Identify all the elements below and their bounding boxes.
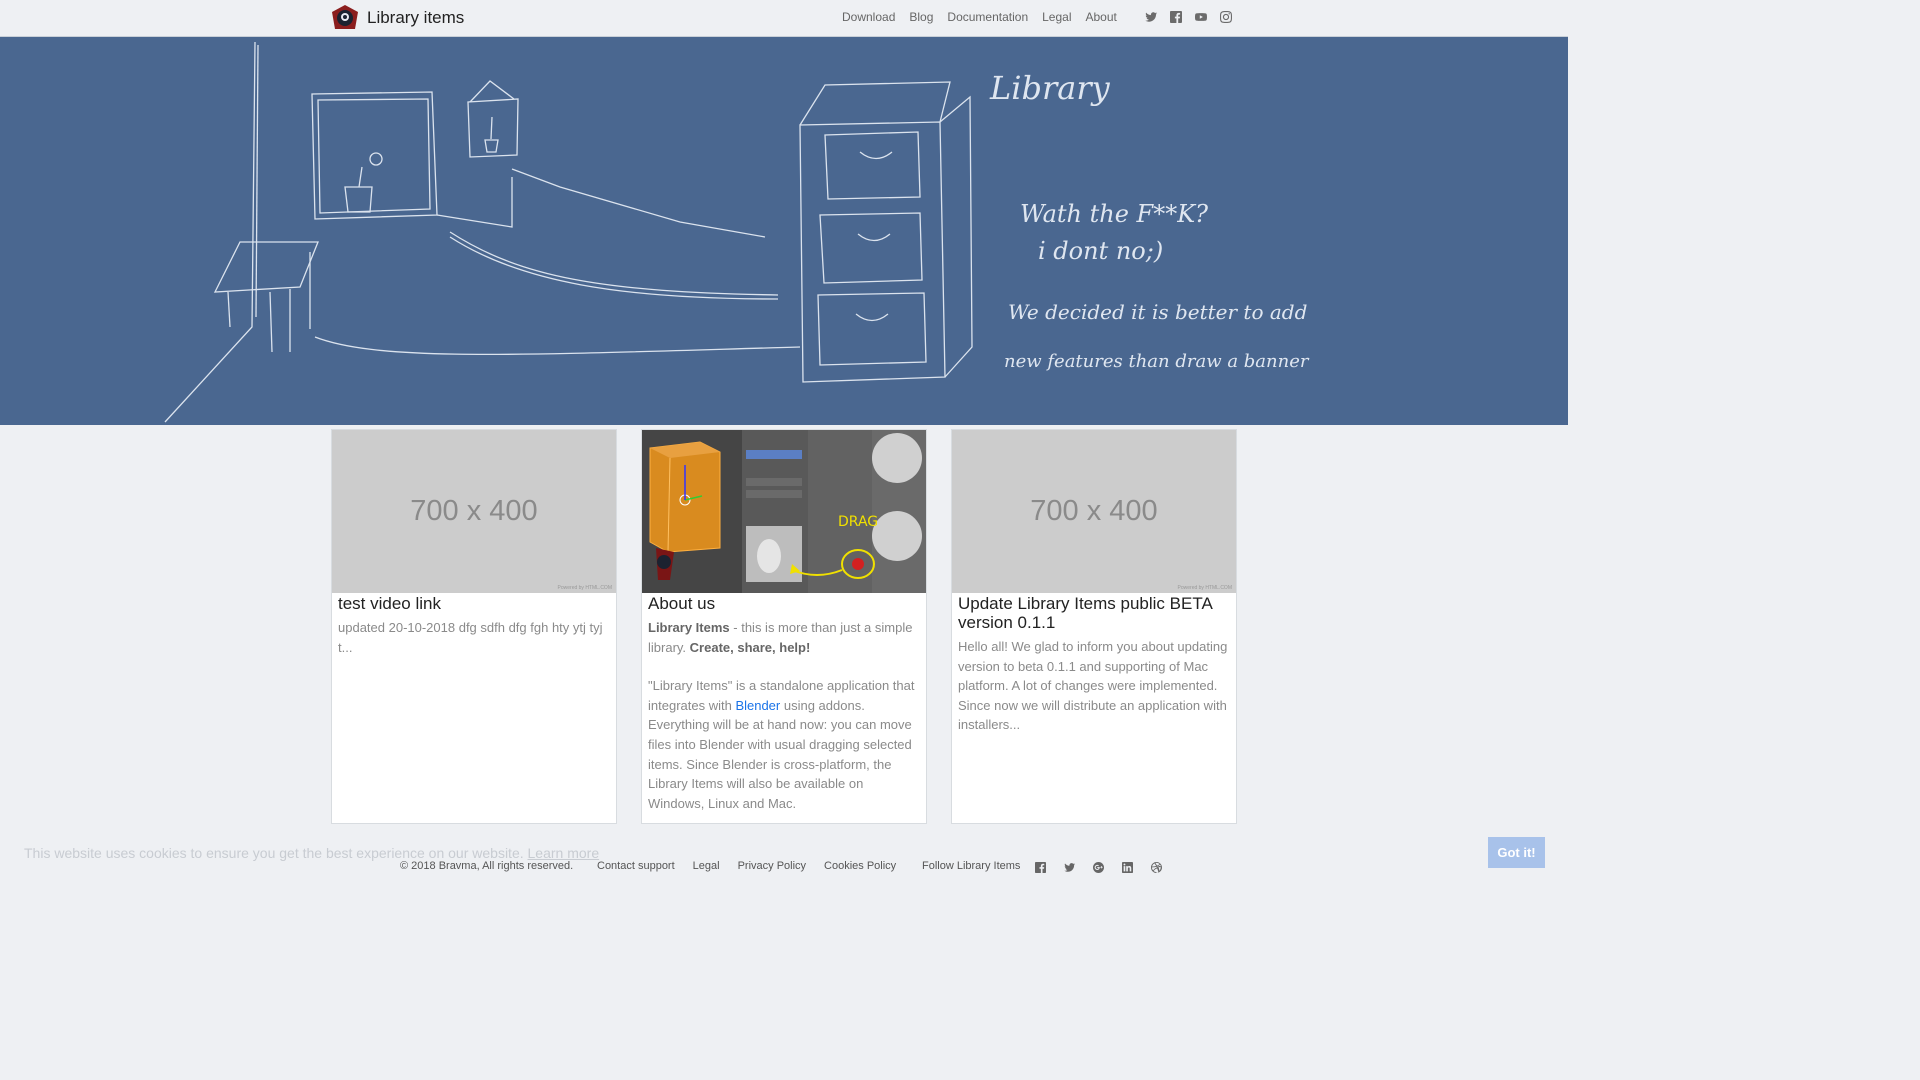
brand-name: Library items — [367, 8, 465, 27]
body-text-b: using addons. Everything will be at hand… — [648, 697, 912, 811]
blender-link[interactable]: Blender — [735, 698, 780, 713]
cookie-accept-button[interactable]: Got it! — [1488, 837, 1545, 868]
blender-screenshot-image[interactable]: DRAG — [642, 430, 926, 593]
card-title[interactable]: About us — [648, 593, 926, 613]
cookie-message: This website uses cookies to ensure you … — [24, 845, 599, 861]
main-nav: Download Blog Documentation Legal About — [842, 10, 1117, 24]
card-excerpt: Hello all! We glad to inform you about u… — [958, 639, 1228, 733]
cookie-consent-bar: This website uses cookies to ensure you … — [0, 837, 1568, 882]
navbar-social-icons — [1145, 10, 1232, 23]
youtube-icon[interactable] — [1195, 10, 1207, 22]
cookie-text: This website uses cookies to ensure you … — [24, 845, 524, 861]
top-navbar: Library items Download Blog Documentatio… — [0, 0, 1568, 37]
library-items-logo-icon — [332, 5, 358, 29]
banner-line-2: i dont no;) — [1038, 237, 1163, 265]
nav-documentation-link[interactable]: Documentation — [947, 10, 1028, 24]
nav-blog-link[interactable]: Blog — [909, 10, 933, 24]
nav-download-link[interactable]: Download — [842, 10, 895, 24]
banner-sketch-illustration: Library Wath the F**K? i dont no;) We de… — [164, 41, 1310, 423]
card-excerpt: updated 20-10-2018 dfg sdfh dfg fgh hty … — [338, 620, 603, 655]
brand[interactable]: Library items — [331, 4, 464, 32]
banner-line-3: We decided it is better to add — [1008, 300, 1307, 324]
hero-banner: Library Wath the F**K? i dont no;) We de… — [0, 37, 1568, 425]
card-body: "Library Items" is a standalone applicat… — [648, 676, 920, 813]
facebook-icon[interactable] — [1170, 10, 1182, 23]
placeholder-watermark: Powered by HTML.COM — [1177, 585, 1232, 591]
instagram-icon[interactable] — [1220, 10, 1232, 23]
post-card-test-video[interactable]: 700 x 400 Powered by HTML.COM test video… — [331, 429, 617, 824]
banner-line-1: Wath the F**K? — [1020, 200, 1208, 228]
nav-legal-link[interactable]: Legal — [1042, 10, 1071, 24]
banner-heading-text: Library — [989, 69, 1111, 107]
placeholder-image[interactable]: 700 x 400 Powered by HTML.COM — [332, 430, 616, 593]
sketch-room-lines — [164, 41, 973, 423]
banner-line-4: new features than draw a banner — [1004, 351, 1310, 372]
blender-drag-illustration: DRAG — [642, 430, 926, 593]
placeholder-size-label: 700 x 400 — [1030, 495, 1158, 527]
placeholder-watermark: Powered by HTML.COM — [557, 585, 612, 591]
placeholder-size-label: 700 x 400 — [410, 495, 538, 527]
tagline-bold: Create, share, help! — [689, 639, 811, 655]
drag-label: DRAG — [838, 514, 878, 530]
post-card-about-us[interactable]: DRAG About us Library Items - this is mo… — [641, 429, 927, 824]
app-name-bold: Library Items — [648, 620, 730, 635]
card-title[interactable]: Update Library Items public BETA version… — [958, 593, 1236, 632]
nav-about-link[interactable]: About — [1086, 10, 1117, 24]
twitter-icon[interactable] — [1145, 10, 1157, 22]
placeholder-image[interactable]: 700 x 400 Powered by HTML.COM — [952, 430, 1236, 593]
post-card-beta-update[interactable]: 700 x 400 Powered by HTML.COM Update Lib… — [951, 429, 1237, 824]
card-intro: Library Items - this is more than just a… — [648, 618, 920, 657]
cookie-learn-more-link[interactable]: Learn more — [528, 845, 600, 861]
card-title[interactable]: test video link — [338, 593, 616, 613]
